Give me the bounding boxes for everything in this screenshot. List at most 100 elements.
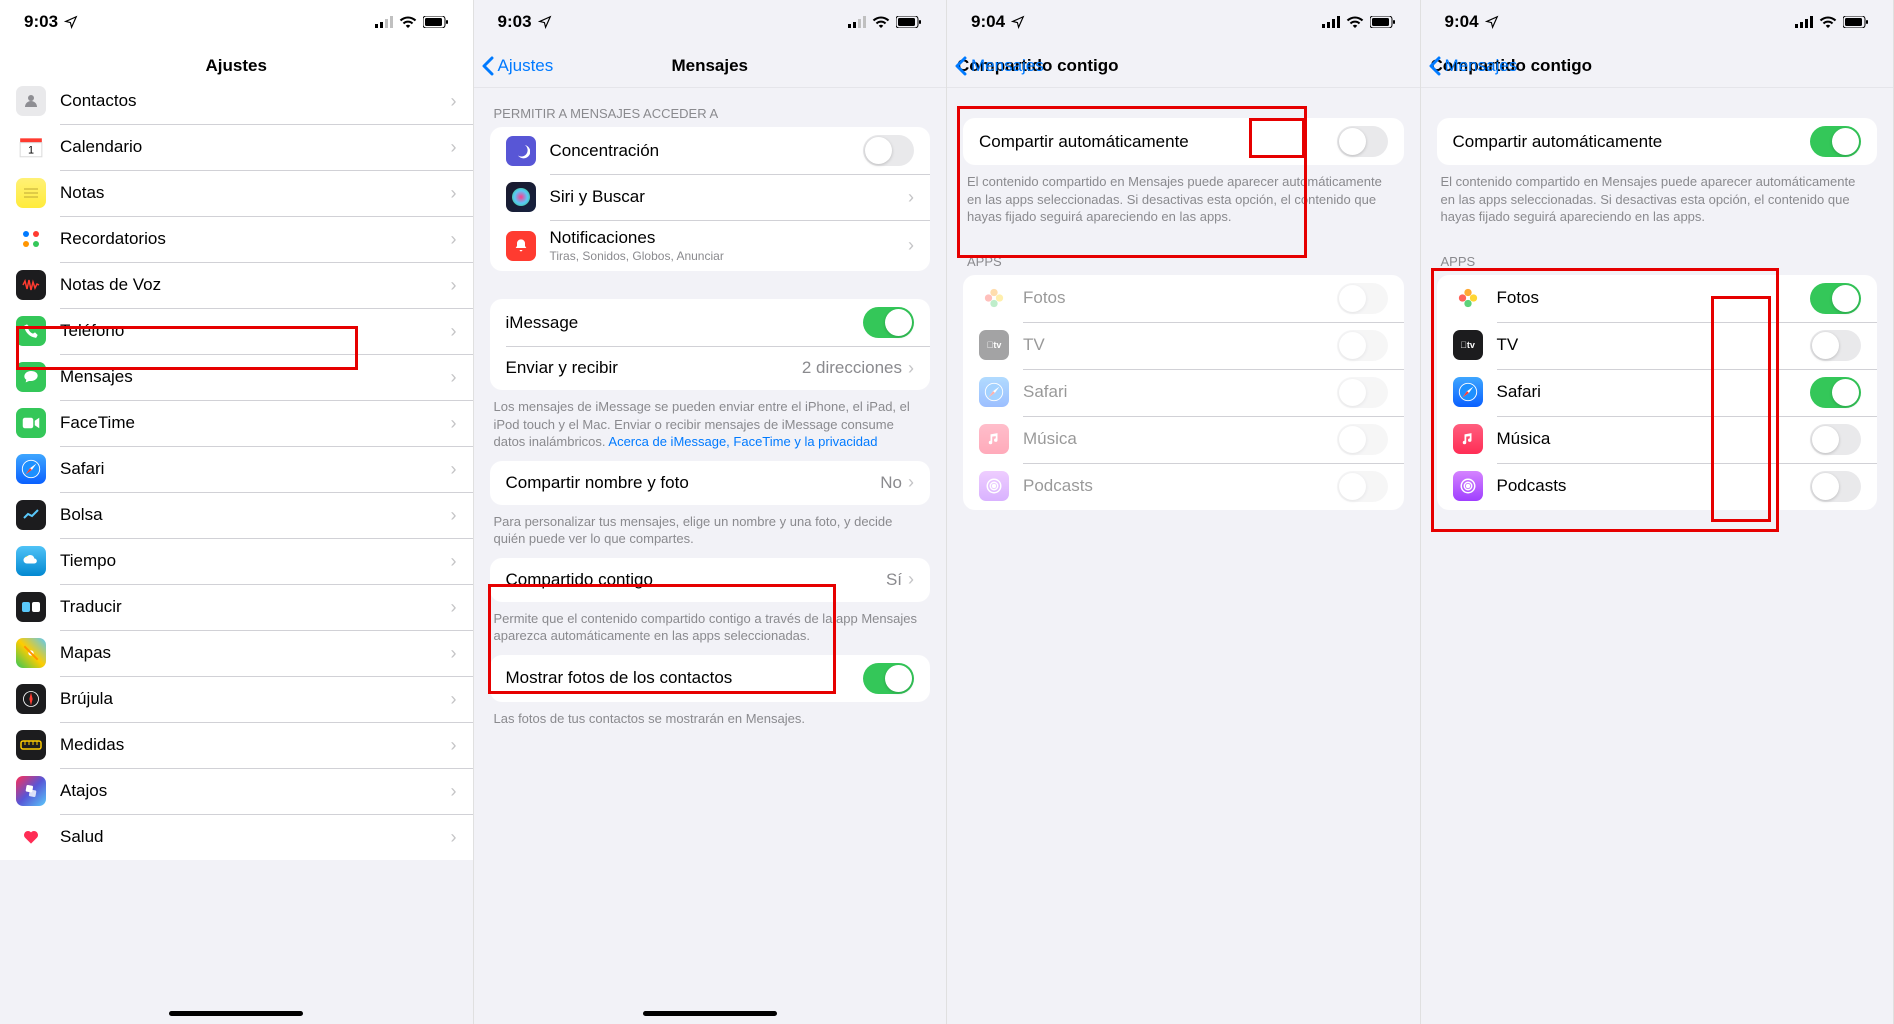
toggle-podcasts[interactable]: [1810, 471, 1861, 502]
toggle-photos[interactable]: [1337, 283, 1388, 314]
row-shortcuts[interactable]: Atajos ›: [0, 768, 473, 814]
row-app-music[interactable]: Música: [963, 416, 1404, 463]
maps-icon: [16, 638, 46, 668]
row-imessage[interactable]: iMessage: [490, 299, 931, 346]
row-enviar-recibir[interactable]: Enviar y recibir 2 direcciones ›: [490, 346, 931, 390]
row-app-safari[interactable]: Safari: [1437, 369, 1878, 416]
chevron-right-icon: ›: [451, 735, 457, 756]
row-label: TV: [1023, 335, 1337, 355]
toggle-auto-share[interactable]: [1337, 126, 1388, 157]
row-stocks[interactable]: Bolsa ›: [0, 492, 473, 538]
chevron-right-icon: ›: [908, 235, 914, 256]
row-app-photos[interactable]: Fotos: [1437, 275, 1878, 322]
link-imessage-privacy[interactable]: Acerca de iMessage, FaceTime y la privac…: [608, 434, 877, 449]
toggle-podcasts[interactable]: [1337, 471, 1388, 502]
status-time: 9:04: [971, 12, 1005, 32]
safari-icon: [979, 377, 1009, 407]
chevron-left-icon: [955, 56, 967, 76]
row-compass[interactable]: Brújula ›: [0, 676, 473, 722]
toggle-focus[interactable]: [863, 135, 914, 166]
row-facetime[interactable]: FaceTime ›: [0, 400, 473, 446]
back-button[interactable]: Mensajes: [1429, 56, 1518, 76]
row-app-tv[interactable]: tv TV: [1437, 322, 1878, 369]
row-phone[interactable]: Teléfono ›: [0, 308, 473, 354]
toggle-safari[interactable]: [1337, 377, 1388, 408]
toggle-tv[interactable]: [1337, 330, 1388, 361]
toggle-music[interactable]: [1810, 424, 1861, 455]
home-indicator[interactable]: [643, 1011, 777, 1016]
status-right: [1795, 16, 1869, 28]
row-measure[interactable]: Medidas ›: [0, 722, 473, 768]
chevron-right-icon: ›: [451, 689, 457, 710]
row-concentracion[interactable]: Concentración: [490, 127, 931, 174]
row-contacts[interactable]: Contactos ›: [0, 78, 473, 124]
back-label: Mensajes: [1445, 56, 1518, 76]
chevron-right-icon: ›: [908, 472, 914, 493]
chevron-right-icon: ›: [451, 91, 457, 112]
row-app-music[interactable]: Música: [1437, 416, 1878, 463]
safari-icon: [16, 454, 46, 484]
toggle-show-photos[interactable]: [863, 663, 914, 694]
phone-icon: [16, 316, 46, 346]
section-header-apps: APPS: [1421, 236, 1894, 275]
focus-icon: [506, 136, 536, 166]
back-button[interactable]: Mensajes: [955, 56, 1044, 76]
compass-icon: [16, 684, 46, 714]
compartido-content[interactable]: Compartir automáticamente El contenido c…: [947, 88, 1420, 1024]
phone-4-compartido-on: 9:04 Mensajes Compartido contigo Compart…: [1421, 0, 1894, 1024]
back-button[interactable]: Ajustes: [482, 56, 554, 76]
toggle-tv[interactable]: [1810, 330, 1861, 361]
toggle-safari[interactable]: [1810, 377, 1861, 408]
row-notificaciones[interactable]: Notificaciones Tiras, Sonidos, Globos, A…: [490, 220, 931, 271]
row-siri[interactable]: Siri y Buscar ›: [490, 174, 931, 220]
row-auto-share[interactable]: Compartir automáticamente: [963, 118, 1404, 165]
toggle-music[interactable]: [1337, 424, 1388, 455]
row-app-tv[interactable]: tv TV: [963, 322, 1404, 369]
status-time: 9:03: [498, 12, 532, 32]
row-safari[interactable]: Safari ›: [0, 446, 473, 492]
row-app-podcasts[interactable]: Podcasts: [963, 463, 1404, 510]
row-auto-share[interactable]: Compartir automáticamente: [1437, 118, 1878, 165]
row-mostrar-fotos[interactable]: Mostrar fotos de los contactos: [490, 655, 931, 702]
home-indicator[interactable]: [169, 1011, 303, 1016]
location-icon: [1485, 15, 1499, 29]
location-icon: [538, 15, 552, 29]
row-translate[interactable]: Traducir ›: [0, 584, 473, 630]
row-label: Mensajes: [60, 367, 451, 387]
row-weather[interactable]: Tiempo ›: [0, 538, 473, 584]
row-app-photos[interactable]: Fotos: [963, 275, 1404, 322]
footer-show-photos: Las fotos de tus contactos se mostrarán …: [474, 702, 947, 738]
mensajes-content[interactable]: PERMITIR A MENSAJES ACCEDER A Concentrac…: [474, 88, 947, 1024]
status-bar: 9:04: [947, 0, 1420, 44]
row-notes[interactable]: Notas ›: [0, 170, 473, 216]
chevron-right-icon: ›: [451, 321, 457, 342]
chevron-right-icon: ›: [908, 569, 914, 590]
toggle-imessage[interactable]: [863, 307, 914, 338]
row-compartir-nombre[interactable]: Compartir nombre y foto No ›: [490, 461, 931, 505]
chevron-right-icon: ›: [451, 781, 457, 802]
back-label: Ajustes: [498, 56, 554, 76]
signal-icon: [1795, 16, 1813, 28]
row-label: Compartir automáticamente: [979, 132, 1337, 152]
row-sublabel: Tiras, Sonidos, Globos, Anunciar: [550, 249, 909, 263]
wifi-icon: [399, 16, 417, 28]
row-compartido-contigo[interactable]: Compartido contigo Sí ›: [490, 558, 931, 602]
row-calendar[interactable]: 1 Calendario ›: [0, 124, 473, 170]
weather-icon: [16, 546, 46, 576]
phone-3-compartido-off: 9:04 Mensajes Compartido contigo Compart…: [947, 0, 1421, 1024]
status-bar: 9:04: [1421, 0, 1894, 44]
row-maps[interactable]: Mapas ›: [0, 630, 473, 676]
settings-list[interactable]: Contactos ›1 Calendario › Notas › Record…: [0, 78, 473, 1024]
row-app-safari[interactable]: Safari: [963, 369, 1404, 416]
toggle-photos[interactable]: [1810, 283, 1861, 314]
row-label: Podcasts: [1023, 476, 1337, 496]
row-app-podcasts[interactable]: Podcasts: [1437, 463, 1878, 510]
signal-icon: [375, 16, 393, 28]
compartido-content[interactable]: Compartir automáticamente El contenido c…: [1421, 88, 1894, 1024]
row-label: Siri y Buscar: [550, 187, 909, 207]
row-health[interactable]: Salud ›: [0, 814, 473, 860]
toggle-auto-share[interactable]: [1810, 126, 1861, 157]
row-voice[interactable]: Notas de Voz ›: [0, 262, 473, 308]
row-messages[interactable]: Mensajes ›: [0, 354, 473, 400]
row-reminders[interactable]: Recordatorios ›: [0, 216, 473, 262]
